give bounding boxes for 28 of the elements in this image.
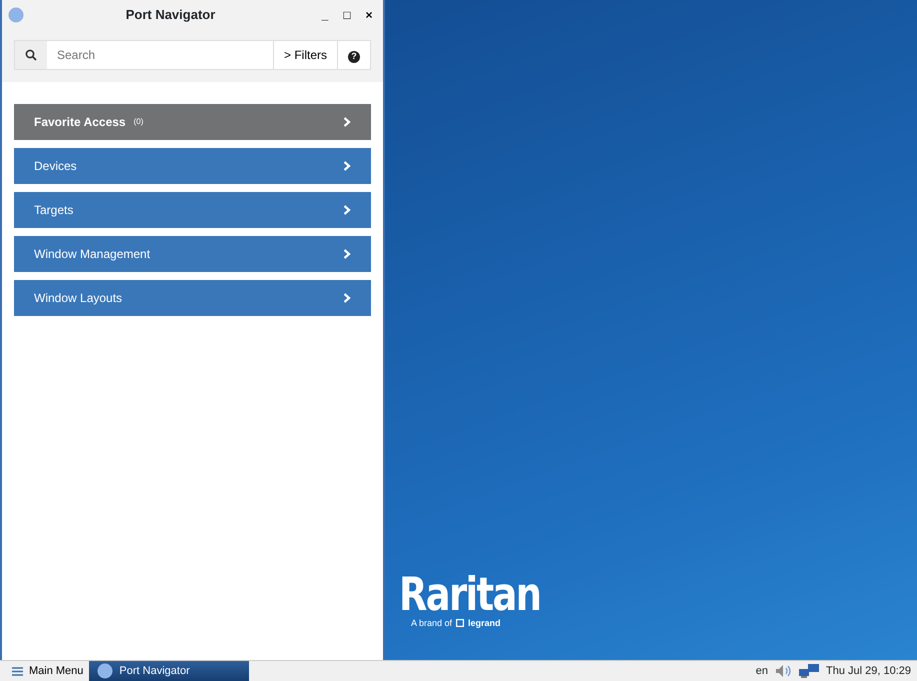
chevron-icon (343, 249, 351, 259)
search-icon (25, 49, 37, 61)
network-icon[interactable] (798, 663, 820, 679)
chevron-icon (343, 205, 351, 215)
brand-logo: legrand (468, 616, 501, 630)
menu-item[interactable]: Window Management (14, 236, 371, 272)
speaker-icon[interactable] (774, 664, 792, 678)
language-indicator[interactable]: en (756, 662, 768, 680)
menu-item[interactable]: Targets (14, 192, 371, 228)
taskbar-item[interactable]: Port Navigator (89, 660, 250, 681)
chevron-icon (343, 117, 351, 127)
chevron-icon (343, 293, 351, 303)
search-field[interactable]: Search > Filters ? (14, 40, 371, 70)
tagline: A brand of (411, 616, 452, 630)
menu-icon (12, 666, 23, 676)
menu-item[interactable]: Window Layouts (14, 280, 371, 316)
menu-item[interactable]: Devices (14, 148, 371, 184)
chevron-icon (343, 161, 351, 171)
maximize-button[interactable]: □ (339, 6, 355, 24)
count-label: (0) (134, 116, 144, 128)
clock: Thu Jul 29, 10:29 (826, 664, 911, 679)
logo: Raritan (399, 570, 540, 616)
close-button[interactable]: × (361, 6, 377, 24)
minimize-button[interactable]: _ (317, 6, 333, 24)
window-title: Port Navigator (124, 6, 216, 24)
square-logo-icon (456, 619, 464, 628)
main-menu-button[interactable]: Main Menu (0, 662, 90, 680)
help-icon: ? (348, 50, 360, 63)
